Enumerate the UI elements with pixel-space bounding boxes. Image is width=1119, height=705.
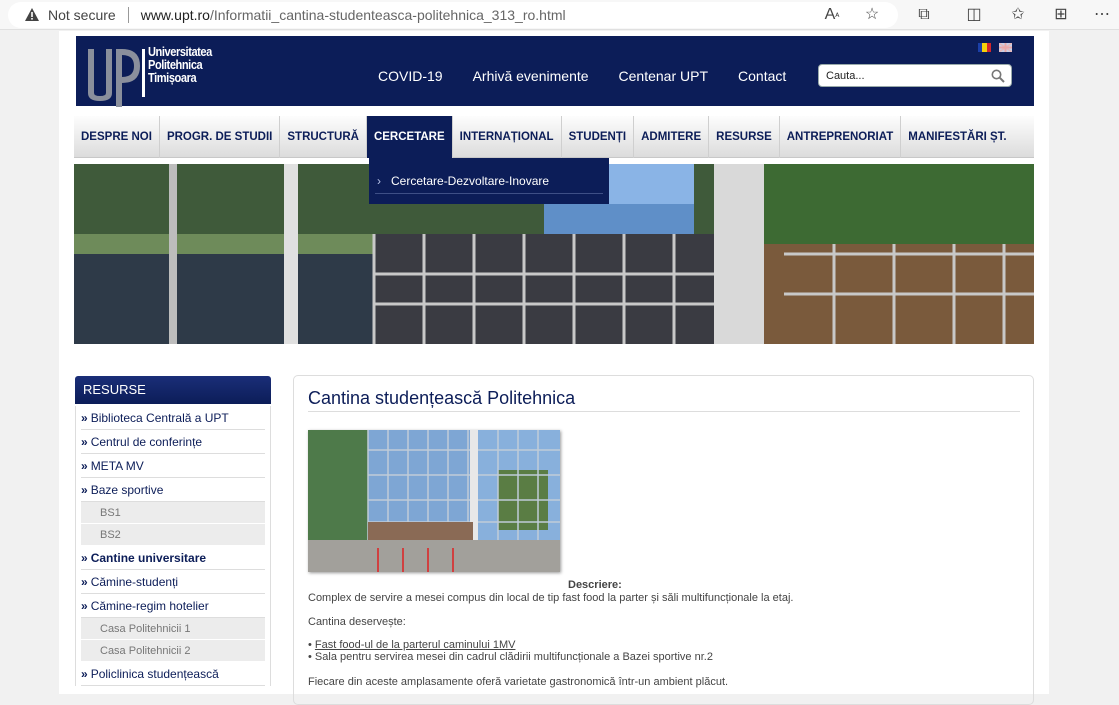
description-text: Complex de servire a mesei compus din lo…: [308, 592, 794, 604]
english-flag-icon[interactable]: [999, 43, 1012, 52]
sidebar-item-camine-studenti[interactable]: » Cămine-studenți: [81, 570, 265, 594]
nav-antreprenoriat[interactable]: ANTREPRENORIAT: [780, 116, 902, 158]
sidebar-item-label: Biblioteca Centrală a UPT: [90, 411, 229, 425]
nav-despre-noi[interactable]: DESPRE NOI: [74, 116, 160, 158]
url-path: /Informatii_cantina-studenteasca-politeh…: [209, 7, 566, 23]
nav-studenti[interactable]: STUDENȚI: [562, 116, 635, 158]
fast-food-link[interactable]: Fast food-ul de la parterul caminului 1M…: [315, 639, 516, 651]
nav-programe-studii[interactable]: PROGR. DE STUDII: [160, 116, 281, 158]
top-link-archive[interactable]: Arhivă evenimente: [473, 68, 589, 84]
bullet-text: Sala pentru servirea mesei din cadrul cl…: [314, 651, 713, 663]
search-input[interactable]: [826, 65, 986, 86]
bullet-icon: »: [81, 459, 88, 473]
closing-text: Fiecare din aceste amplasamente oferă va…: [308, 676, 729, 688]
favorites-icon[interactable]: ✩: [1008, 5, 1028, 25]
page-title: Cantina studențească Politehnica: [308, 388, 576, 408]
bullet-icon: »: [81, 551, 88, 565]
nav-cercetare[interactable]: CERCETARE: [366, 116, 453, 158]
address-bar[interactable]: Not secure www.upt.ro/Informatii_cantina…: [8, 2, 898, 28]
bullet-icon: »: [81, 599, 88, 613]
dropdown-item-label: Cercetare-Dezvoltare-Inovare: [391, 174, 550, 188]
main-content: Cantina studențească Politehnica Descrie…: [293, 375, 1034, 705]
bullet-icon: »: [81, 483, 88, 497]
sidebar-item-meta-mv[interactable]: » META MV: [81, 454, 265, 478]
nav-admitere[interactable]: ADMITERE: [634, 116, 710, 158]
university-name[interactable]: Universitatea Politehnica Timișoara: [148, 45, 212, 84]
sidebar-item-label: Cămine-studenți: [90, 575, 179, 589]
top-link-covid[interactable]: COVID-19: [378, 68, 443, 84]
extensions-icon[interactable]: ⧉: [914, 5, 934, 25]
sidebar-item-baze-sportive[interactable]: » Baze sportive: [81, 478, 265, 502]
bullet-icon: »: [81, 667, 88, 681]
sidebar-item-cantine[interactable]: » Cantine universitare: [81, 546, 265, 570]
top-link-contact[interactable]: Contact: [738, 68, 786, 84]
top-link-centenar[interactable]: Centenar UPT: [619, 68, 708, 84]
site-header: Universitatea Politehnica Timișoara COVI…: [76, 36, 1034, 107]
upt-logo-icon[interactable]: [86, 43, 146, 107]
sidebar-subitem-bs1[interactable]: BS1: [81, 502, 265, 524]
security-label[interactable]: Not secure: [48, 7, 116, 23]
language-flags: [978, 43, 1012, 52]
sidebar-item-label: Baze sportive: [90, 483, 164, 497]
bullet-icon: »: [81, 435, 88, 449]
browser-toolbar: Not secure www.upt.ro/Informatii_cantina…: [0, 0, 1119, 30]
serves-label: Cantina deservește:: [308, 616, 406, 628]
sidebar-item-biblioteca[interactable]: » Biblioteca Centrală a UPT: [81, 406, 265, 430]
romanian-flag-icon[interactable]: [978, 43, 991, 52]
sidebar-item-conferinte[interactable]: » Centrul de conferințe: [81, 430, 265, 454]
cercetare-dropdown: › Cercetare-Dezvoltare-Inovare: [369, 158, 609, 204]
sidebar-list: » Biblioteca Centrală a UPT » Centrul de c…: [75, 406, 271, 686]
cantina-photo: [308, 430, 560, 572]
sidebar-item-label: META MV: [90, 459, 144, 473]
nav-structura[interactable]: STRUCTURĂ: [280, 116, 367, 158]
bullet-item: • Sala pentru servirea mesei din cadrul …: [308, 651, 713, 663]
nav-resurse[interactable]: RESURSE: [709, 116, 780, 158]
url-text[interactable]: www.upt.ro/Informatii_cantina-studenteas…: [141, 7, 566, 23]
split-screen-icon[interactable]: ◫: [964, 5, 984, 25]
collections-icon[interactable]: ⊞: [1051, 5, 1071, 25]
sidebar-subitem-bs2[interactable]: BS2: [81, 524, 265, 546]
search-box: [818, 64, 1012, 87]
divider: [127, 7, 129, 23]
bullet-icon: »: [81, 575, 88, 589]
sidebar-item-label: Policlinica studențească: [90, 667, 219, 681]
url-host: www.upt.ro: [140, 7, 210, 23]
warning-icon[interactable]: [24, 7, 40, 23]
sidebar-subitem-casa-2[interactable]: Casa Politehnicii 2: [81, 640, 265, 662]
sidebar-item-label: Cămine-regim hotelier: [90, 599, 209, 613]
chevron-right-icon: ›: [377, 174, 381, 188]
sidebar-item-policlinica[interactable]: » Policlinica studențească: [81, 662, 265, 686]
top-links: COVID-19 Arhivă evenimente Centenar UPT …: [378, 68, 786, 84]
favorite-star-icon[interactable]: ☆: [862, 5, 882, 25]
bullet-item: • Fast food-ul de la parterul caminului …: [308, 639, 516, 651]
logo-line-3: Timișoara: [148, 70, 197, 85]
nav-international[interactable]: INTERNAȚIONAL: [453, 116, 562, 158]
sidebar-subitem-casa-1[interactable]: Casa Politehnicii 1: [81, 618, 265, 640]
dropdown-item-cdi[interactable]: › Cercetare-Dezvoltare-Inovare: [375, 168, 603, 194]
nav-manifestari[interactable]: MANIFESTĂRI ȘT.: [901, 116, 1013, 158]
read-aloud-icon[interactable]: Aᴬ: [822, 5, 842, 25]
sidebar-item-label: Centrul de conferințe: [90, 435, 203, 449]
sidebar-item-label: Cantine universitare: [90, 551, 207, 565]
more-icon[interactable]: ⋯: [1092, 5, 1112, 25]
search-icon[interactable]: [991, 69, 1005, 83]
bullet-icon: »: [81, 411, 88, 425]
description-label: Descriere:: [568, 579, 622, 591]
main-nav: DESPRE NOI PROGR. DE STUDII STRUCTURĂ CE…: [74, 116, 1034, 158]
divider: [308, 411, 1020, 412]
sidebar-heading: RESURSE: [75, 376, 271, 404]
sidebar-item-camine-hotelier[interactable]: » Cămine-regim hotelier: [81, 594, 265, 618]
